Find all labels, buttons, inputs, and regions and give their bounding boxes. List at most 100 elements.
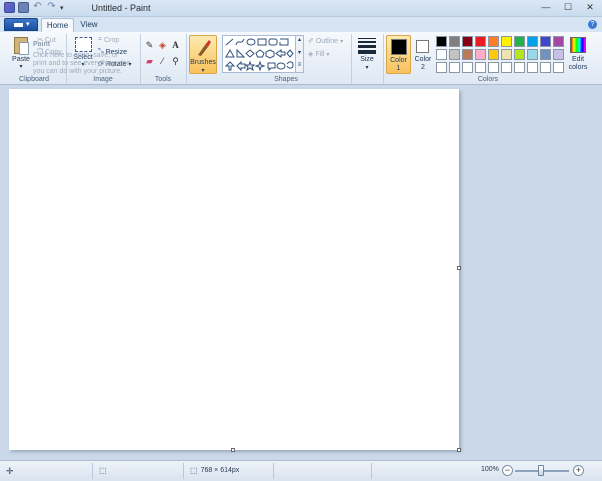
paint-menu-button[interactable]: ▾ [4, 18, 38, 31]
paste-button[interactable]: Paste ▾ [8, 37, 34, 70]
palette-swatch[interactable] [527, 36, 538, 47]
outline-button[interactable]: ✐ Outline ▾ [308, 37, 343, 46]
palette-swatch[interactable] [449, 49, 460, 60]
palette-swatch[interactable] [475, 49, 486, 60]
palette-swatch[interactable] [514, 62, 525, 73]
palette-swatch[interactable] [514, 36, 525, 47]
zoom-slider-thumb[interactable] [538, 465, 544, 476]
color1-swatch [391, 39, 407, 55]
help-icon[interactable]: ? [588, 20, 597, 29]
palette-swatch[interactable] [553, 36, 564, 47]
drawing-canvas[interactable] [9, 89, 459, 450]
color2-label: Color 2 [414, 56, 432, 71]
ribbon: Paste ▾ ✂ Cut ❐ Copy Clipboard Select ▾ … [0, 32, 602, 85]
zoom-out-button[interactable]: − [502, 465, 513, 476]
palette-swatch[interactable] [449, 36, 460, 47]
size-label: Size [360, 56, 374, 63]
palette-swatch[interactable] [488, 36, 499, 47]
window-title: Untitled - Paint [91, 3, 151, 13]
fill-button[interactable]: ◈ Fill ▾ [308, 50, 329, 59]
clipboard-icon [14, 37, 29, 55]
chevron-up-icon[interactable]: ▴ [296, 36, 303, 43]
palette-swatch[interactable] [501, 62, 512, 73]
palette-swatch[interactable] [540, 49, 551, 60]
tooltip-text: Click here to open, save, or print and t… [33, 52, 131, 75]
fill-bucket-icon[interactable]: ◈ [157, 40, 168, 51]
color1-label: Color 1 [390, 57, 407, 72]
zoom-level: 100% [481, 466, 499, 473]
select-icon [74, 37, 92, 52]
size-button[interactable]: Size ▾ [354, 35, 380, 73]
palette-swatch[interactable] [436, 36, 447, 47]
tab-home[interactable]: Home [41, 18, 74, 32]
chevron-down-icon[interactable]: ▾ [296, 49, 303, 56]
brushes-label: Brushes [190, 59, 216, 66]
maximize-icon[interactable]: ☐ [560, 1, 576, 13]
pencil-icon[interactable]: ✎ [144, 40, 155, 51]
color2-button[interactable]: Color 2 [412, 35, 434, 74]
color1-button[interactable]: Color 1 [386, 35, 411, 74]
line-width-icon [358, 38, 376, 56]
color-spectrum-icon [570, 37, 586, 53]
minimize-icon[interactable]: — [538, 1, 554, 13]
selection-icon: ⬚ [99, 466, 107, 475]
image-group-label: Image [93, 76, 113, 83]
expand-gallery-icon[interactable]: ≡ [296, 62, 303, 68]
divider [183, 463, 184, 479]
shapes-group-label: Shapes [274, 76, 298, 83]
brushes-button[interactable]: Brushes ▾ [189, 35, 217, 74]
palette-swatch[interactable] [475, 36, 486, 47]
divider [383, 34, 384, 84]
chevron-down-icon: ▾ [201, 68, 205, 74]
palette-swatch[interactable] [436, 49, 447, 60]
crop-label: Crop [103, 36, 120, 44]
palette-swatch[interactable] [488, 62, 499, 73]
palette-swatch[interactable] [462, 49, 473, 60]
clipboard-group-label: Clipboard [19, 76, 49, 83]
palette-swatch[interactable] [540, 62, 551, 73]
palette-swatch[interactable] [527, 49, 538, 60]
palette-swatch[interactable] [527, 62, 538, 73]
divider [140, 34, 141, 84]
divider [92, 463, 93, 479]
tab-view[interactable]: View [76, 18, 102, 32]
edit-colors-button[interactable]: Edit colors [566, 35, 590, 74]
palette-swatch[interactable] [449, 62, 460, 73]
title-bar: ↶ ↷ ▾ Untitled - Paint — ☐ ✕ [0, 0, 602, 17]
palette-swatch[interactable] [475, 62, 486, 73]
palette-swatch[interactable] [540, 36, 551, 47]
tools-group-label: Tools [154, 76, 172, 83]
window-controls: — ☐ ✕ [538, 1, 598, 13]
resize-handle-bottom[interactable] [231, 448, 235, 452]
image-dimensions: ⬚ 768 × 614px [190, 466, 239, 475]
resize-handle-corner[interactable] [457, 448, 461, 452]
text-tool-icon[interactable]: A [170, 40, 181, 51]
palette-swatch[interactable] [462, 62, 473, 73]
menu-icon [14, 23, 23, 27]
zoom-in-button[interactable]: + [573, 465, 584, 476]
crop-icon: ⌗ [98, 36, 102, 43]
resize-handle-right[interactable] [457, 266, 461, 270]
palette-swatch[interactable] [462, 36, 473, 47]
palette-swatch[interactable] [514, 49, 525, 60]
outline-icon: ✐ [308, 38, 314, 45]
close-icon[interactable]: ✕ [582, 1, 598, 13]
palette-swatch[interactable] [501, 49, 512, 60]
eraser-icon[interactable]: ▰ [144, 56, 155, 67]
image-size-icon: ⬚ [190, 466, 198, 475]
chevron-down-icon: ▾ [19, 64, 23, 70]
palette-swatch[interactable] [553, 62, 564, 73]
selection-size: ⬚ [99, 466, 107, 475]
palette-swatch[interactable] [488, 49, 499, 60]
palette-swatch[interactable] [501, 36, 512, 47]
ribbon-tabs: ▾ Home View ? [0, 17, 602, 32]
crosshair-icon: ✛ [6, 466, 14, 476]
crop-button[interactable]: ⌗ Crop [98, 36, 119, 44]
palette-swatch[interactable] [553, 49, 564, 60]
shapes-scrollbar[interactable]: ▴ ▾ ≡ [296, 35, 304, 73]
magnifier-icon[interactable]: ⚲ [170, 56, 181, 67]
palette-swatch[interactable] [436, 62, 447, 73]
color-picker-icon[interactable]: ⁄ [157, 56, 168, 67]
shapes-gallery[interactable] [222, 35, 296, 73]
canvas-workspace[interactable] [0, 85, 602, 460]
